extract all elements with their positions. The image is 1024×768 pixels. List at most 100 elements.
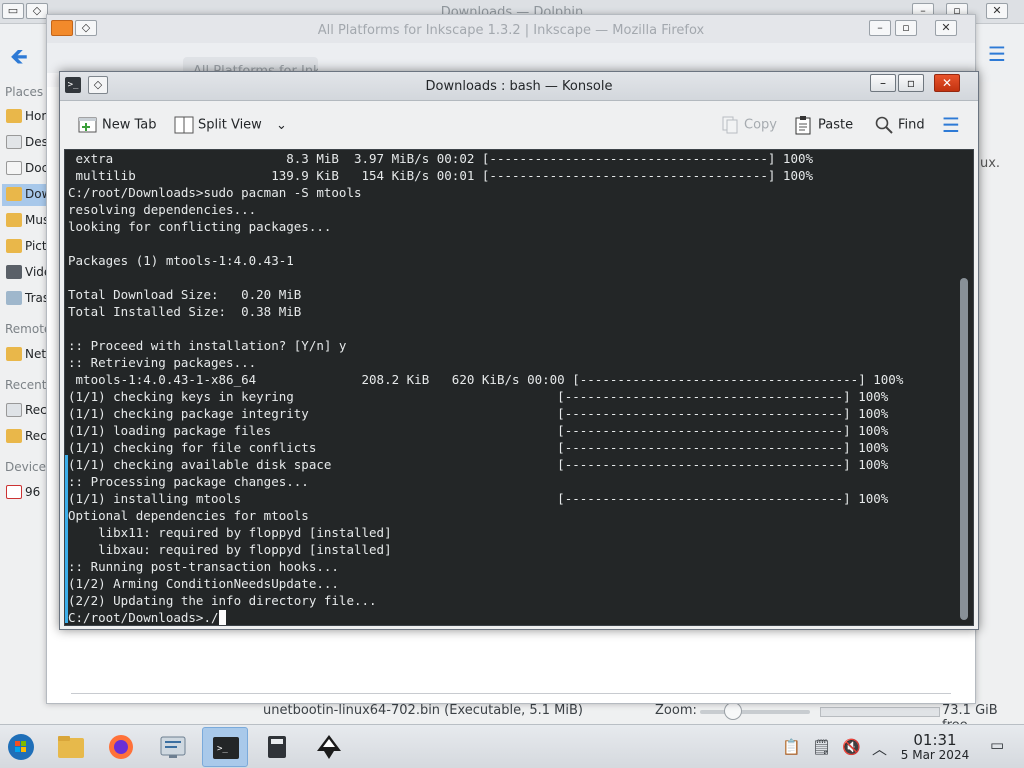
konsole-window: >_ ◇ Downloads : bash — Konsole – ▫ ✕ Ne…	[59, 71, 979, 630]
places-item-downloads[interactable]: Downloads	[2, 184, 48, 206]
firefox-close-button[interactable]: ✕	[935, 20, 957, 36]
terminal-line: resolving dependencies...	[68, 202, 257, 217]
terminal-prompt-line[interactable]: C:/root/Downloads>./	[68, 609, 903, 625]
find-button[interactable]: Find	[874, 115, 925, 137]
clock-time: 01:31	[913, 731, 957, 749]
konsole-toolbar: New Tab Split View ⌄ Copy Paste Find ☰	[60, 101, 978, 149]
terminal-view[interactable]: extra 8.3 MiB 3.97 MiB/s 00:02 [--------…	[64, 149, 974, 626]
show-desktop-icon[interactable]: ▭	[990, 736, 1004, 754]
places-item-music[interactable]: Music	[2, 210, 48, 232]
terminal-input[interactable]: ./	[203, 610, 218, 625]
terminal-line: :: Processing package changes...	[68, 474, 309, 489]
status-file-info: unetbootin-linux64-702.bin (Executable, …	[263, 703, 583, 718]
search-icon	[875, 116, 893, 134]
zoom-label: Zoom:	[655, 703, 697, 718]
terminal-line: (1/1) loading package files [-----------…	[68, 423, 889, 438]
new-tab-button[interactable]: New Tab	[78, 115, 157, 137]
places-item-documents[interactable]: Documents	[2, 158, 48, 180]
terminal-line: (1/2) Arming ConditionNeedsUpdate...	[68, 576, 339, 591]
terminal-output: extra 8.3 MiB 3.97 MiB/s 00:02 [--------…	[68, 150, 903, 625]
folder-music-icon	[6, 213, 22, 227]
split-view-button[interactable]: Split View ⌄	[174, 115, 287, 137]
terminal-line: :: Running post-transaction hooks...	[68, 559, 339, 574]
terminal-cursor	[218, 610, 226, 625]
back-arrow-icon[interactable]: 🡸	[10, 40, 28, 78]
taskbar-konsole[interactable]: >_	[202, 727, 248, 767]
taskbar-file-manager[interactable]	[48, 727, 94, 767]
konsole-close-button[interactable]: ✕	[934, 74, 960, 92]
terminal-line: looking for conflicting packages...	[68, 219, 332, 234]
recent-item-locations[interactable]: Recent Locations	[2, 426, 48, 448]
terminal-line: :: Proceed with installation? [Y/n] y	[68, 338, 347, 353]
copy-button[interactable]: Copy	[720, 115, 777, 137]
firefox-maximize-button[interactable]: ▫	[895, 20, 917, 36]
taskbar-inkscape[interactable]	[306, 727, 352, 767]
dolphin-close-button[interactable]: ✕	[986, 3, 1008, 19]
taskbar-system-settings[interactable]	[150, 727, 196, 767]
notes-tray-icon[interactable]: 🗒	[812, 738, 831, 756]
terminal-line: libx11: required by floppyd [installed]	[68, 525, 392, 540]
inkscape-icon	[317, 735, 341, 759]
folder-desktop-icon	[6, 135, 22, 149]
terminal-line: (1/1) checking for file conflicts [-----…	[68, 440, 889, 455]
paste-button[interactable]: Paste	[794, 115, 853, 137]
drive-icon	[6, 485, 22, 499]
zoom-slider[interactable]	[700, 710, 810, 714]
terminal-scrollbar[interactable]	[960, 278, 968, 620]
places-item-desktop[interactable]: Desktop	[2, 132, 48, 154]
clock-date: 5 Mar 2024	[900, 748, 970, 762]
new-tab-icon	[78, 117, 97, 133]
hamburger-menu-icon[interactable]: ☰	[942, 113, 960, 137]
places-item-home[interactable]: Home	[2, 106, 48, 128]
places-item-trash[interactable]: Trash	[2, 288, 48, 310]
terminal-line: (1/1) checking available disk space [---…	[68, 457, 889, 472]
new-tab-label: New Tab	[102, 117, 157, 133]
terminal-line: Total Installed Size: 0.38 MiB	[68, 304, 302, 319]
recent-item-files[interactable]: Recent Files	[2, 400, 48, 422]
firefox-title: All Platforms for Inkscape 1.3.2 | Inksc…	[317, 23, 705, 38]
folder-pictures-icon	[6, 239, 22, 253]
terminal-line: :: Retrieving packages...	[68, 355, 257, 370]
free-space-bar	[820, 707, 940, 717]
clipboard-tray-icon[interactable]: 📋	[782, 738, 801, 756]
terminal-line: extra 8.3 MiB 3.97 MiB/s 00:02 [--------…	[68, 151, 814, 166]
konsole-maximize-button[interactable]: ▫	[898, 74, 924, 92]
terminal-line: C:/root/Downloads>sudo pacman -S mtools	[68, 185, 362, 200]
devices-item-drive[interactable]: 96	[2, 482, 48, 504]
firefox-page-divider	[71, 693, 951, 694]
places-item-videos[interactable]: Videos	[2, 262, 48, 284]
split-view-icon	[174, 116, 194, 134]
remote-header: Remote	[5, 322, 52, 336]
split-view-label: Split View	[198, 117, 262, 133]
firefox-icon	[109, 735, 133, 759]
start-menu-button[interactable]	[0, 727, 46, 767]
firefox-minimize-button[interactable]: –	[869, 20, 891, 36]
dolphin-hamburger-menu-icon[interactable]: ☰	[988, 42, 1006, 66]
recent-header: Recent	[5, 378, 47, 392]
terminal-line: Optional dependencies for mtools	[68, 508, 309, 523]
konsole-titlebar[interactable]: >_ ◇ Downloads : bash — Konsole – ▫ ✕	[60, 72, 978, 101]
konsole-title: Downloads : bash — Konsole	[425, 79, 613, 94]
volume-muted-icon[interactable]: 🔇	[842, 738, 861, 756]
places-item-pictures[interactable]: Pictures	[2, 236, 48, 258]
terminal-line: Packages (1) mtools-1:4.0.43-1	[68, 253, 294, 268]
remote-item-network[interactable]: Network	[2, 344, 48, 366]
terminal-icon: >_	[213, 737, 239, 759]
taskbar-usb-writer[interactable]	[254, 727, 300, 767]
zoom-slider-handle[interactable]	[724, 702, 742, 720]
clock[interactable]: 01:31 5 Mar 2024	[890, 731, 980, 762]
recent-locations-icon	[6, 429, 22, 443]
start-orb-icon	[8, 734, 34, 760]
folder-documents-icon	[6, 161, 22, 175]
taskbar-firefox[interactable]	[98, 727, 144, 767]
copy-icon	[722, 116, 738, 134]
places-panel: Places Home Desktop Documents Downloads …	[0, 82, 52, 642]
chevron-down-icon[interactable]: ⌄	[276, 118, 287, 133]
chevron-up-icon[interactable]: ︿	[872, 738, 887, 759]
terminal-line: multilib 139.9 KiB 154 KiB/s 00:01 [----…	[68, 168, 814, 183]
folder-home-icon	[6, 109, 22, 123]
konsole-minimize-button[interactable]: –	[870, 74, 896, 92]
firefox-titlebar[interactable]: ◇ All Platforms for Inkscape 1.3.2 | Ink…	[47, 15, 975, 43]
